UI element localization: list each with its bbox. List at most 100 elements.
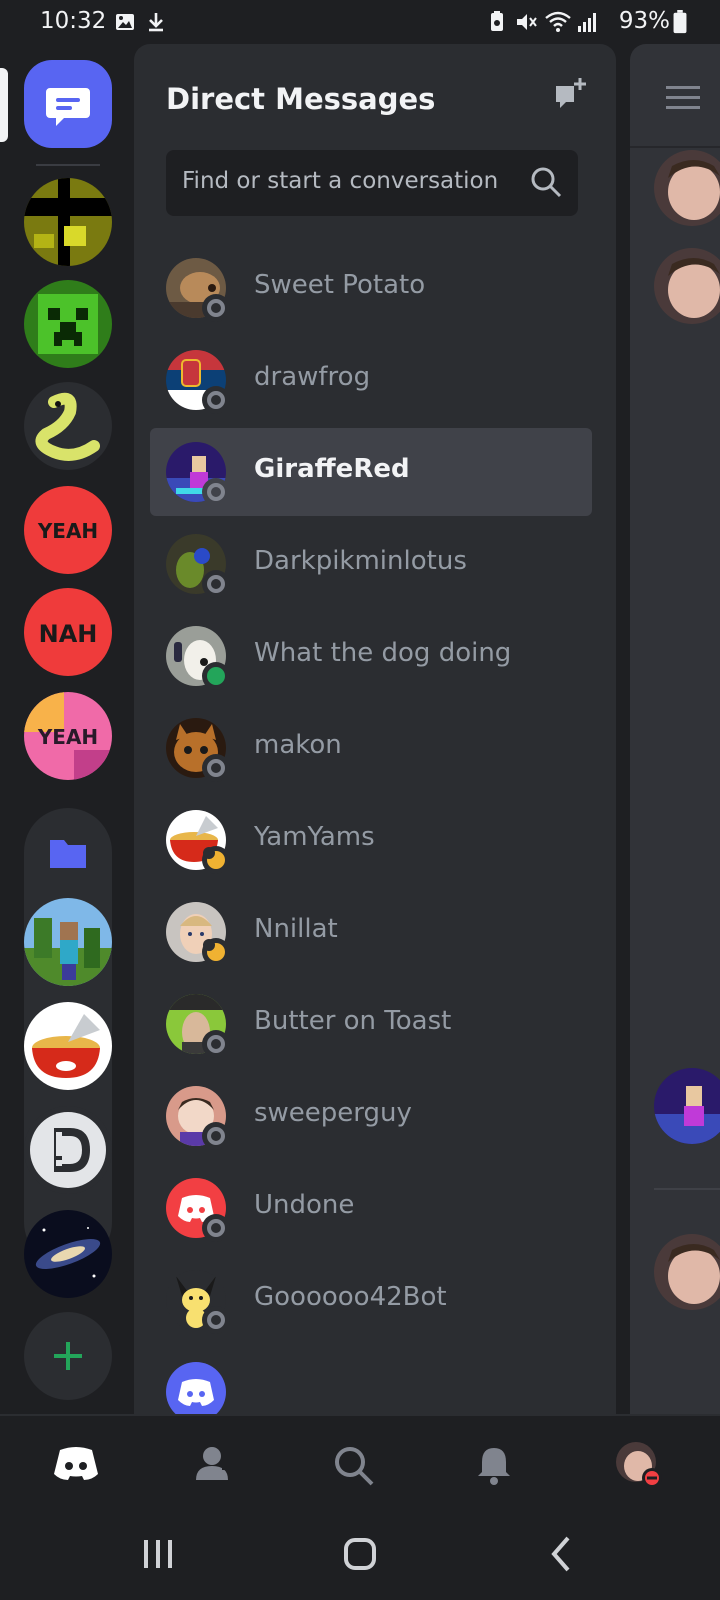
dm-name: Goooooo42Bot [254,1282,447,1312]
server-icon[interactable] [24,382,112,470]
status-indicator [202,294,230,322]
server-minecraft-icon [24,898,112,986]
direct-messages-button[interactable] [24,60,112,148]
status-indicator [202,1306,230,1334]
nav-friends[interactable] [152,1416,272,1516]
server-icon[interactable] [24,1002,112,1090]
dm-name: Undone [254,1190,355,1220]
folder-icon [50,840,86,868]
dm-name: sweeperguy [254,1098,412,1128]
home-button[interactable] [310,1524,410,1584]
avatar [654,1234,720,1310]
dm-list-item[interactable]: Sweet Potato [150,244,592,332]
dm-list-item[interactable]: Goooooo42Bot [150,1256,592,1344]
server-icon[interactable] [24,178,112,266]
home-icon [54,1447,98,1480]
dm-list-item[interactable] [150,1348,592,1414]
dm-list-item[interactable]: YamYams [150,796,592,884]
server-icon[interactable]: YEAH [24,692,112,780]
battery-saver-icon [491,11,503,31]
direct-messages-panel: Direct Messages Find or start a conversa… [134,44,616,1414]
system-navigation-bar [0,1514,720,1600]
status-indicator [202,1030,230,1058]
server-icon[interactable] [24,1106,112,1194]
status-indicator [202,938,230,966]
bell-icon [478,1448,510,1485]
status-indicator [202,570,230,598]
battery-percent: 93% [618,8,670,34]
nav-notifications[interactable] [432,1416,552,1516]
face-avatar-icon [654,150,720,226]
search-placeholder: Find or start a conversation [182,168,499,194]
nav-home[interactable] [12,1416,132,1516]
mute-icon [517,14,537,30]
server-icon[interactable] [24,280,112,368]
server-icon[interactable]: NAH [24,588,112,676]
server-icon[interactable] [24,898,112,986]
server-icon[interactable] [24,1210,112,1298]
recents-button[interactable] [108,1524,208,1584]
status-indicator [202,478,230,506]
server-d-icon [24,1106,112,1194]
search-icon [335,1447,374,1486]
status-indicator [202,754,230,782]
dm-list-item[interactable]: Darkpikminlotus [150,520,592,608]
discord-logo-icon [178,1379,214,1406]
status-indicator [202,386,230,414]
avatar [654,150,720,226]
nav-search[interactable] [292,1416,412,1516]
status-time: 10:32 [40,8,107,34]
server-icon[interactable]: YEAH [24,486,112,574]
search-input[interactable]: Find or start a conversation [166,150,578,216]
recents-icon [144,1540,172,1568]
dm-name: Sweet Potato [254,270,426,300]
wifi-icon [545,11,571,32]
dm-list-item[interactable]: Nnillat [150,888,592,976]
nav-profile[interactable] [588,1416,708,1516]
dm-list-item[interactable]: What the dog doing [150,612,592,700]
dm-list-item-selected[interactable]: GiraffeRed [150,428,592,516]
dm-name: drawfrog [254,362,371,392]
chat-peek-panel[interactable] [630,44,720,1414]
dm-name: Darkpikminlotus [254,546,467,576]
status-indicator [202,662,230,690]
server-snake-icon [24,382,112,470]
status-indicator [202,1122,230,1150]
chat-header [630,44,720,148]
dm-name: makon [254,730,342,760]
server-galaxy-icon [24,1210,112,1298]
dm-list-item[interactable]: drawfrog [150,336,592,424]
home-circle-icon [344,1538,376,1570]
selected-indicator [0,68,8,142]
server-ramen-icon [24,1002,112,1090]
dm-name: YamYams [254,822,375,852]
svg-text:NAH: NAH [39,620,98,648]
add-server-button[interactable] [24,1312,112,1400]
search-icon [531,167,562,198]
new-message-icon[interactable] [552,76,588,112]
svg-text:YEAH: YEAH [37,519,98,543]
dm-list-item[interactable]: Undone [150,1164,592,1252]
server-creeper-icon [24,280,112,368]
game-avatar-icon [654,1068,720,1144]
server-rail: YEAH NAH YEAH [0,44,134,1414]
server-pixel-yellow-icon [24,178,112,266]
dm-list-item[interactable]: makon [150,704,592,792]
avatar [654,248,720,324]
status-bar: 10:32 93% [0,0,720,44]
back-button[interactable] [512,1524,612,1584]
hamburger-menu-icon[interactable] [666,86,700,110]
gallery-icon [116,14,134,30]
dm-name: GiraffeRed [254,454,410,484]
back-chevron-icon [551,1536,570,1572]
face-avatar-icon [654,248,720,324]
server-nah-icon: NAH [24,588,112,676]
bottom-navigation [0,1414,720,1514]
svg-text:YEAH: YEAH [37,725,98,749]
dm-list-item[interactable]: sweeperguy [150,1072,592,1160]
profile-avatar-icon [616,1442,662,1488]
chat-bubble-icon [46,88,90,126]
status-indicator [202,1214,230,1242]
status-indicator [202,846,230,874]
dm-list-item[interactable]: Butter on Toast [150,980,592,1068]
